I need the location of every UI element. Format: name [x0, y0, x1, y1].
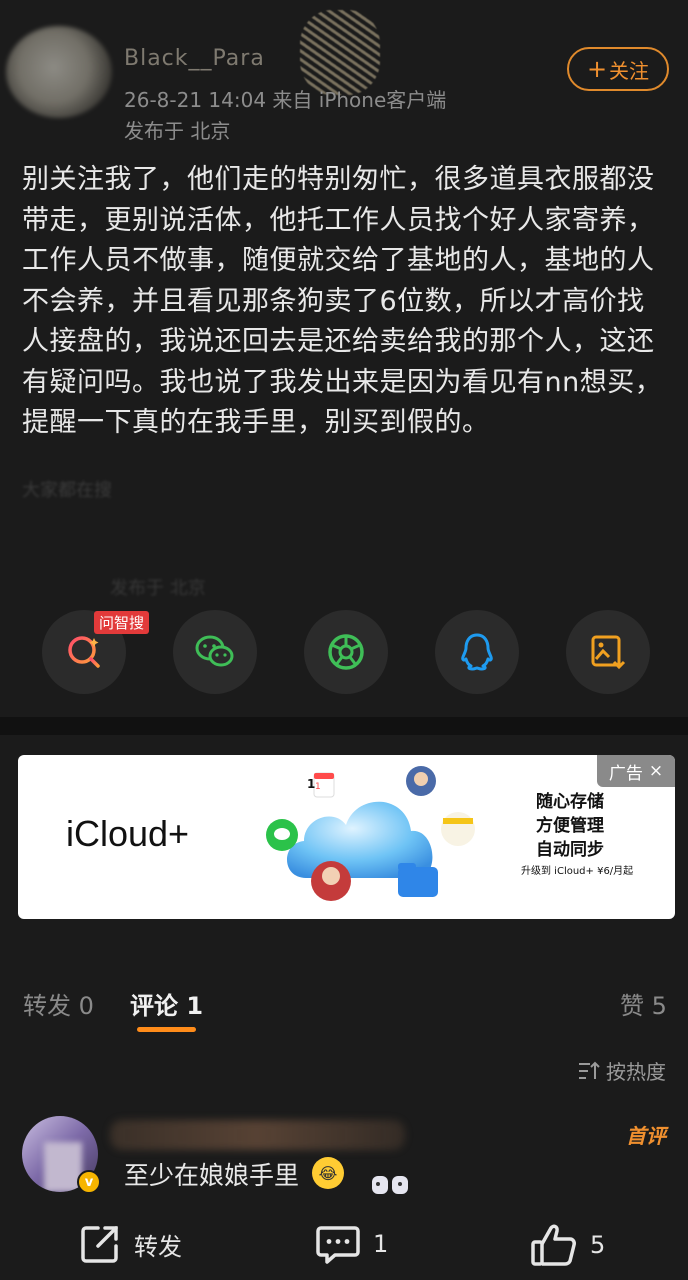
section-divider	[0, 717, 688, 735]
qq-icon	[461, 633, 493, 671]
save-image-button[interactable]	[566, 610, 650, 694]
author-avatar[interactable]	[6, 26, 112, 118]
commenter-name-redacted	[110, 1120, 405, 1150]
comment-count: 1	[373, 1230, 389, 1258]
calendar-month: 1	[315, 782, 321, 792]
close-icon[interactable]: ×	[649, 761, 663, 781]
sort-button[interactable]: 按热度	[578, 1056, 666, 1085]
follow-button[interactable]: + 关注	[567, 47, 669, 91]
tab-repost[interactable]: 转发 0	[23, 986, 94, 1021]
sort-label: 按热度	[606, 1060, 666, 1084]
moments-icon	[328, 634, 364, 670]
comment-bubble-icon	[316, 1226, 360, 1264]
ad-line: 自动同步	[536, 840, 604, 860]
save-image-icon	[591, 635, 626, 670]
ad-line: 方便管理	[536, 816, 604, 836]
calendar-day: 1	[307, 777, 316, 791]
share-qq-button[interactable]	[435, 610, 519, 694]
wechat-icon	[195, 635, 234, 667]
post-location: 发布于 北京	[124, 119, 231, 143]
share-moments-button[interactable]	[304, 610, 388, 694]
verified-badge: v	[77, 1170, 101, 1194]
post-time-source: 26-8-21 14:04 来自 iPhone客户端	[124, 88, 447, 112]
ad-card[interactable]: iCloud+ 1 1 随心存储 方便管理 自动同步 升级到 iCloud+ ¥…	[18, 755, 675, 919]
share-arrow-icon	[81, 1226, 118, 1263]
share-wechat-button[interactable]	[173, 610, 257, 694]
post-text: 别关注我了，他们走的特别匆忙，很多道具衣服都没带走，更别说活体，他托工作人员找个…	[22, 164, 663, 438]
tab-like[interactable]: 赞 5	[620, 986, 667, 1021]
ai-search-badge: 问智搜	[94, 611, 150, 634]
redaction-scribble	[300, 10, 380, 95]
active-tab-indicator	[137, 1027, 196, 1032]
doge-emoji-icon	[372, 1176, 408, 1194]
sort-icon	[579, 1061, 600, 1079]
ai-search-icon	[68, 636, 100, 668]
author-username[interactable]: Black__Para	[124, 46, 265, 71]
ad-label: 广告	[608, 763, 643, 784]
first-comment-badge: 首评	[626, 1124, 666, 1148]
repost-button[interactable]: 转发	[78, 1222, 182, 1266]
faded-text: 大家都在搜	[22, 480, 112, 501]
ad-price: 升级到 iCloud+ ¥6/月起	[521, 866, 634, 877]
like-button[interactable]: 5	[530, 1222, 605, 1268]
faded-text: 发布于 北京	[110, 578, 206, 599]
tab-comment[interactable]: 评论 1	[130, 986, 203, 1021]
ad-tag[interactable]: 广告 ×	[597, 755, 675, 787]
like-count: 5	[590, 1231, 606, 1259]
ad-brand: iCloud+	[66, 813, 190, 854]
plus-icon: +	[586, 55, 608, 83]
thumbs-up-icon	[531, 1224, 576, 1266]
follow-label: 关注	[609, 58, 650, 83]
icloud-cloud-icon	[266, 766, 475, 901]
comment-text: 至少在娘娘手里	[124, 1161, 300, 1190]
comment-button[interactable]: 1	[315, 1222, 388, 1266]
repost-label: 转发	[134, 1232, 182, 1261]
laugh-cry-emoji-icon: 😂	[312, 1157, 344, 1189]
ad-line: 随心存储	[536, 792, 604, 812]
